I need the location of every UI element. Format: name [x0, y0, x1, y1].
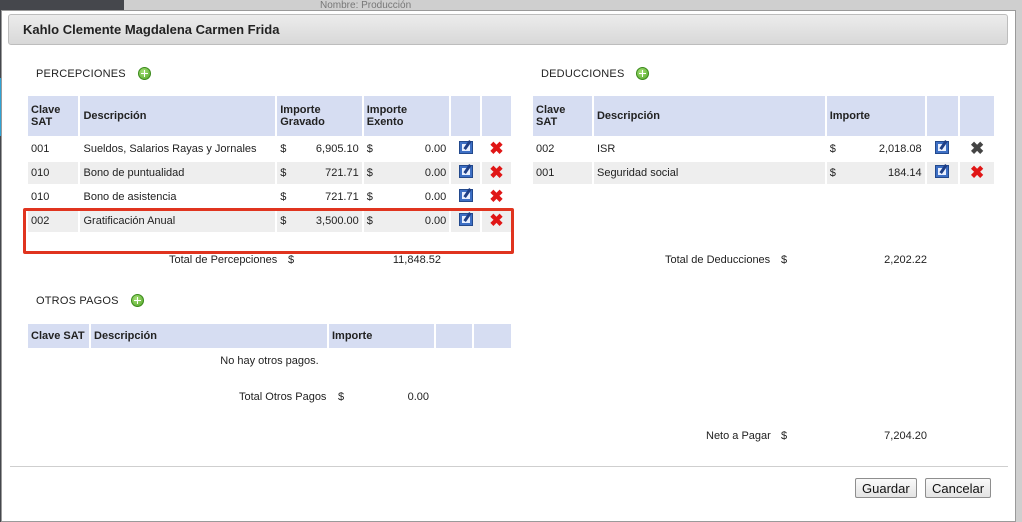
currency-sign: $ [338, 391, 345, 403]
table-row: 010 Bono de asistencia $721.71 $0.00 ✖ [28, 186, 511, 208]
currency-sign: $ [288, 254, 295, 266]
deducciones-label: DEDUCCIONES [541, 68, 625, 80]
otros-pagos-label: OTROS PAGOS [36, 295, 119, 307]
col-clave-sat: Clave SAT [28, 96, 79, 136]
col-importe-gravado: Importe Gravado [277, 96, 362, 136]
edit-icon[interactable] [458, 189, 473, 202]
row-descripcion: Bono de puntualidad [80, 162, 276, 184]
col-descripcion: Descripción [80, 96, 276, 136]
table-row: 001 Seguridad social $184.14 ✖ [533, 162, 994, 184]
col-importe: Importe [826, 96, 925, 136]
deducciones-table: Clave SAT Descripción Importe 002 ISR $2… [531, 94, 996, 186]
delete-icon[interactable]: ✖ [489, 188, 503, 205]
edit-icon[interactable] [935, 165, 950, 178]
delete-disabled-icon: ✖ [970, 138, 985, 158]
row-descripcion: Bono de asistencia [83, 191, 177, 203]
col-edit [926, 96, 959, 136]
highlight-box [23, 208, 514, 254]
currency-sign: $ [280, 191, 287, 203]
col-importe: Importe [328, 324, 434, 348]
guardar-button[interactable]: Guardar [855, 478, 917, 498]
col-importe-exento: Importe Exento [363, 96, 450, 136]
add-otro-pago-icon[interactable] [131, 294, 144, 307]
add-percepcion-icon[interactable] [138, 67, 151, 80]
col-clave-sat: Clave SAT [533, 96, 592, 136]
dialog-titlebar[interactable]: Kahlo Clemente Magdalena Carmen Frida [8, 14, 1008, 45]
dialog-title: Kahlo Clemente Magdalena Carmen Frida [23, 22, 280, 37]
edit-icon[interactable] [458, 141, 473, 154]
col-edit [435, 324, 473, 348]
row-descripcion: ISR [596, 143, 616, 155]
currency-sign: $ [366, 143, 373, 155]
currency-sign: $ [781, 254, 788, 266]
total-otros-pagos-value: 0.00 [407, 391, 429, 403]
edit-icon[interactable] [935, 141, 950, 154]
col-descripcion: Descripción [91, 324, 327, 348]
col-delete [474, 324, 511, 348]
row-exento: 0.00 [424, 143, 447, 155]
delete-icon[interactable]: ✖ [970, 164, 984, 181]
row-importe: 184.14 [888, 167, 922, 179]
neto-a-pagar-label: Neto a Pagar [706, 430, 771, 442]
row-gravado: 721.71 [325, 191, 359, 203]
currency-sign: $ [366, 191, 373, 203]
row-clave: 010 [28, 162, 79, 184]
row-gravado: 721.71 [325, 167, 359, 179]
currency-sign: $ [829, 167, 836, 179]
delete-icon[interactable]: ✖ [489, 140, 503, 157]
total-percepciones-value: 11,848.52 [392, 254, 441, 266]
table-row: 001 Sueldos, Salarios Rayas y Jornales $… [28, 138, 511, 160]
col-descripcion: Descripción [593, 96, 825, 136]
currency-sign: $ [829, 143, 836, 155]
edit-icon[interactable] [458, 165, 473, 178]
payroll-dialog: Kahlo Clemente Magdalena Carmen Frida PE… [1, 10, 1016, 522]
total-deducciones-label: Total de Deducciones [665, 254, 771, 266]
row-clave: 001 [533, 162, 592, 184]
row-clave: 001 [31, 143, 50, 155]
row-descripcion: Seguridad social [593, 162, 825, 184]
col-delete [482, 96, 511, 136]
table-row: 002 ISR $2,018.08 ✖ [533, 138, 994, 160]
table-row: 010 Bono de puntualidad $721.71 $0.00 ✖ [28, 162, 511, 184]
row-exento: 0.00 [424, 167, 447, 179]
currency-sign: $ [781, 430, 788, 442]
cancelar-button[interactable]: Cancelar [925, 478, 992, 498]
total-otros-pagos-label: Total Otros Pagos [239, 391, 327, 403]
percepciones-label: PERCEPCIONES [36, 68, 126, 80]
row-clave: 010 [31, 191, 50, 203]
otros-pagos-table: Clave SAT Descripción Importe No hay otr… [26, 322, 513, 374]
col-delete [960, 96, 994, 136]
currency-sign: $ [280, 167, 287, 179]
delete-icon[interactable]: ✖ [489, 164, 503, 181]
empty-message: No hay otros pagos. [220, 355, 319, 367]
row-exento: 0.00 [424, 191, 447, 203]
col-edit [451, 96, 481, 136]
footer-divider [10, 466, 1008, 467]
col-clave-sat: Clave SAT [28, 324, 90, 348]
row-gravado: 6,905.10 [315, 143, 359, 155]
row-descripcion: Sueldos, Salarios Rayas y Jornales [83, 143, 257, 155]
total-percepciones-label: Total de Percepciones [169, 254, 278, 266]
currency-sign: $ [280, 143, 287, 155]
neto-a-pagar-value: 7,204.20 [884, 430, 927, 442]
total-deducciones-value: 2,202.22 [884, 254, 927, 266]
add-deduccion-icon[interactable] [636, 67, 649, 80]
currency-sign: $ [366, 167, 373, 179]
row-clave: 002 [536, 143, 555, 155]
row-importe: 2,018.08 [878, 143, 922, 155]
